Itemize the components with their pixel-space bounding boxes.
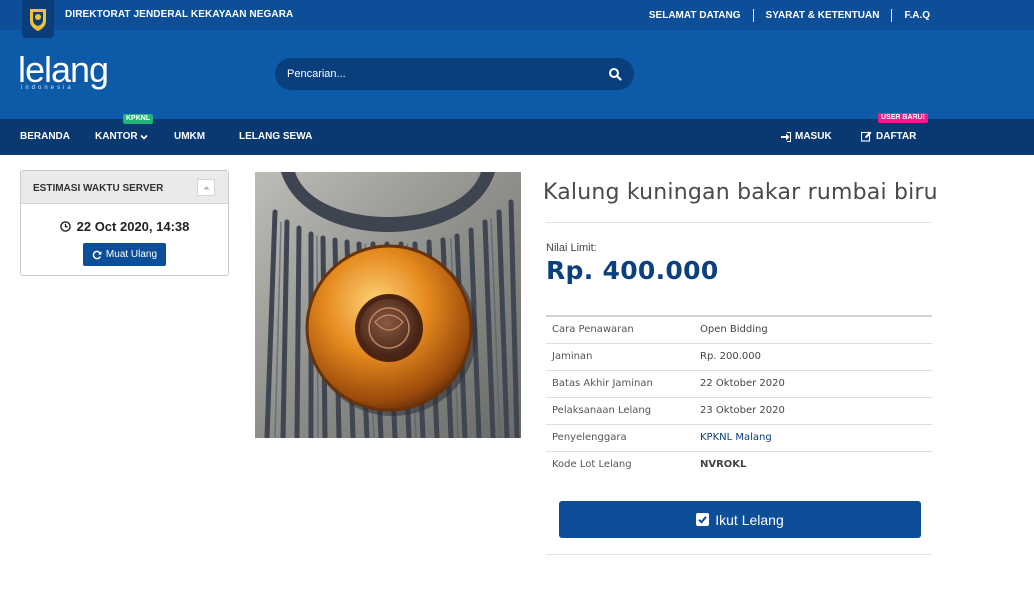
server-datetime-row: 22 Oct 2020, 14:38 — [21, 219, 228, 234]
detail-label: Jaminan — [552, 351, 593, 362]
login-label: MASUK — [795, 131, 832, 142]
table-row: Kode Lot Lelang NVROKL — [546, 451, 932, 478]
detail-label: Pelaksanaan Lelang — [552, 405, 652, 416]
logo-text: lelang — [18, 49, 109, 90]
limit-label: Nilai Limit: — [546, 242, 597, 254]
reload-label: Muat Ulang — [105, 249, 158, 260]
detail-value: 22 Oktober 2020 — [700, 378, 785, 389]
logo-wordmark: lelang — [18, 49, 109, 90]
detail-value: Rp. 200.000 — [700, 351, 762, 362]
product-title: Kalung kuningan bakar rumbai biru — [543, 180, 938, 205]
login-link[interactable]: MASUK — [781, 131, 832, 142]
reload-button[interactable]: Muat Ulang — [83, 243, 166, 266]
nav-item-kantor[interactable]: KANTOR — [95, 131, 148, 142]
detail-label: Penyelenggara — [552, 432, 627, 443]
divider — [891, 9, 893, 22]
table-row: Cara Penawaran Open Bidding — [546, 316, 932, 343]
nav-item-umkm[interactable]: UMKM — [174, 131, 205, 142]
widget-title: ESTIMASI WAKTU SERVER — [33, 183, 164, 194]
detail-value: 23 Oktober 2020 — [700, 405, 785, 416]
sign-in-icon — [781, 131, 791, 142]
search-icon[interactable] — [608, 67, 622, 81]
faq-link[interactable]: F.A.Q — [904, 10, 930, 21]
collapse-button[interactable] — [197, 179, 215, 196]
nav-item-label: KANTOR — [95, 131, 138, 142]
ministry-emblem-logo — [22, 0, 54, 38]
divider — [546, 554, 932, 555]
nav-item-beranda[interactable]: BERANDA — [20, 131, 70, 142]
top-strip: DIREKTORAT JENDERAL KEKAYAAN NEGARA SELA… — [0, 0, 1034, 38]
kpknl-badge: KPKNL — [123, 114, 154, 124]
search-input[interactable] — [275, 58, 595, 90]
detail-value: Open Bidding — [700, 324, 768, 336]
terms-link[interactable]: SYARAT & KETENTUAN — [766, 10, 880, 21]
join-auction-button[interactable]: Ikut Lelang — [559, 501, 921, 538]
checkbox-checked-icon — [696, 513, 710, 526]
main-nav: BERANDA KANTOR KPKNL UMKM LELANG SEWA MA… — [0, 113, 1034, 155]
server-time-widget: ESTIMASI WAKTU SERVER 22 Oct 2020, 14:38… — [20, 170, 229, 276]
detail-label: Cara Penawaran — [552, 324, 634, 336]
widget-header: ESTIMASI WAKTU SERVER — [21, 171, 228, 204]
welcome-link[interactable]: SELAMAT DATANG — [649, 10, 741, 21]
site-header: lelang indonesia — [0, 30, 1034, 119]
product-image[interactable] — [255, 172, 521, 438]
detail-label: Batas Akhir Jaminan — [552, 378, 653, 389]
detail-value: NVROKL — [700, 459, 747, 471]
table-row: Jaminan Rp. 200.000 — [546, 343, 932, 370]
edit-icon — [861, 131, 872, 142]
join-auction-label: Ikut Lelang — [715, 511, 784, 528]
server-datetime: 22 Oct 2020, 14:38 — [76, 219, 190, 234]
nav-item-lelang-sewa[interactable]: LELANG SEWA — [239, 131, 312, 142]
organizer-link[interactable]: KPKNL Malang — [700, 424, 932, 451]
detail-label: Kode Lot Lelang — [552, 459, 632, 471]
new-user-badge: USER BARU! — [878, 113, 928, 123]
table-row: Batas Akhir Jaminan 22 Oktober 2020 — [546, 370, 932, 397]
refresh-icon — [92, 250, 102, 259]
table-row: Pelaksanaan Lelang 23 Oktober 2020 — [546, 397, 932, 424]
register-link[interactable]: DAFTAR — [861, 131, 916, 142]
lelang-logo[interactable]: lelang indonesia — [18, 49, 109, 92]
divider — [752, 9, 754, 22]
search-bar — [275, 58, 634, 90]
top-links: SELAMAT DATANG SYARAT & KETENTUAN F.A.Q — [649, 9, 930, 22]
register-label: DAFTAR — [876, 131, 917, 142]
limit-price: Rp. 400.000 — [546, 256, 719, 285]
caret-up-icon — [203, 186, 209, 190]
auction-details-table: Cara Penawaran Open Bidding Jaminan Rp. … — [546, 315, 932, 478]
chevron-down-icon — [140, 134, 148, 140]
logo-subtitle: indonesia — [21, 85, 74, 91]
clock-icon — [59, 221, 71, 232]
organization-name: DIREKTORAT JENDERAL KEKAYAAN NEGARA — [65, 9, 294, 20]
divider — [546, 222, 932, 223]
table-row: Penyelenggara KPKNL Malang — [546, 424, 932, 451]
